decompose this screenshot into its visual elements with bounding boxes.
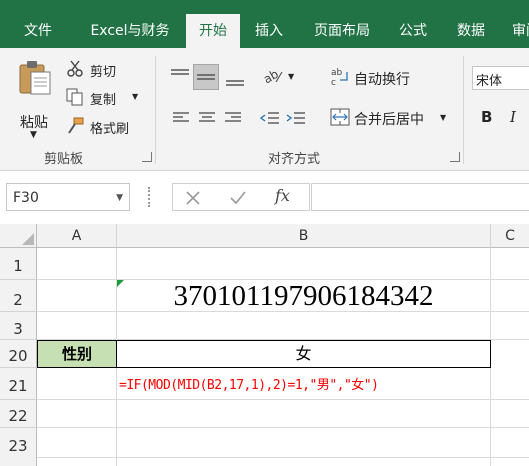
- orientation-dropdown-icon[interactable]: ▼: [288, 72, 294, 81]
- align-top-icon[interactable]: [170, 68, 190, 84]
- tab-page-layout[interactable]: 页面布局: [302, 14, 382, 48]
- select-all-corner[interactable]: [0, 224, 37, 248]
- ribbon-tab-bar: 文件 Excel与财务 开始 插入 页面布局 公式 数据 审阅: [0, 0, 529, 48]
- format-painter-button[interactable]: 格式刷: [90, 118, 129, 137]
- clipboard-group-label: 剪贴板: [44, 152, 84, 167]
- align-left-icon[interactable]: [172, 111, 190, 125]
- enter-check-icon[interactable]: [229, 190, 247, 206]
- align-center-icon[interactable]: [198, 111, 216, 125]
- row-header-2[interactable]: 2: [0, 280, 37, 312]
- paste-label: 粘贴: [20, 115, 48, 131]
- format-painter-icon: [68, 117, 84, 134]
- id-number-value: 370101197906184342: [173, 280, 434, 312]
- row-header-23[interactable]: 23: [0, 428, 37, 466]
- italic-button[interactable]: I: [510, 108, 516, 126]
- cancel-icon[interactable]: [185, 190, 201, 206]
- tab-data[interactable]: 数据: [446, 14, 496, 48]
- cell-b20[interactable]: 女: [116, 340, 491, 368]
- wrap-text-icon: ab c: [331, 68, 348, 86]
- merge-center-button[interactable]: 合并后居中: [354, 109, 424, 129]
- font-name-value: 宋体: [476, 74, 503, 89]
- decrease-indent-icon[interactable]: [260, 111, 280, 125]
- align-middle-icon: [197, 74, 215, 80]
- tab-insert[interactable]: 插入: [246, 14, 292, 48]
- group-separator: [463, 56, 464, 164]
- row-header-20[interactable]: 20: [0, 340, 37, 368]
- formula-buttons: fx: [172, 183, 310, 211]
- increase-indent-icon[interactable]: [286, 111, 306, 125]
- merge-dropdown-icon[interactable]: ▼: [440, 113, 446, 122]
- copy-dropdown-icon[interactable]: ▼: [132, 92, 138, 101]
- formula-input[interactable]: [311, 183, 529, 211]
- tab-review[interactable]: 审阅: [506, 14, 529, 48]
- column-header-a[interactable]: A: [37, 224, 117, 248]
- name-box[interactable]: F30 ▼: [6, 183, 130, 211]
- cell-a20[interactable]: 性别: [37, 340, 117, 368]
- svg-text:ab: ab: [331, 68, 343, 78]
- align-right-icon[interactable]: [224, 111, 242, 125]
- bold-button[interactable]: B: [481, 108, 492, 126]
- cell-b21-formula[interactable]: =IF(MOD(MID(B2,17,1),2)=1,"男","女"): [119, 374, 379, 393]
- corner-triangle-icon: [22, 233, 34, 245]
- gridline: [37, 457, 529, 458]
- column-header-c[interactable]: C: [491, 224, 529, 248]
- paste-icon: [19, 61, 51, 95]
- gender-result-value: 女: [295, 344, 312, 363]
- align-middle-button[interactable]: [193, 64, 219, 90]
- gridline: [37, 427, 529, 428]
- row-header-3[interactable]: 3: [0, 312, 37, 340]
- svg-text:c: c: [331, 78, 336, 86]
- svg-text:ab: ab: [262, 67, 281, 86]
- gender-header-label: 性别: [61, 345, 92, 363]
- merge-center-icon: [330, 108, 350, 126]
- copy-icon: [66, 88, 83, 106]
- name-box-dropdown-icon[interactable]: ▼: [116, 184, 123, 212]
- align-bottom-icon[interactable]: [225, 72, 245, 88]
- paste-button[interactable]: 粘贴 ▼: [14, 58, 56, 140]
- column-header-b[interactable]: B: [117, 224, 491, 248]
- ribbon-home: 粘贴 ▼ 剪切 复制 ▼ 格式刷 剪贴板 ab ▼ ab c 自动换行 合并后居…: [0, 48, 529, 171]
- orientation-icon[interactable]: ab: [262, 66, 284, 86]
- cut-button[interactable]: 剪切: [90, 61, 116, 80]
- row-header-1[interactable]: 1: [0, 248, 37, 280]
- font-name-select[interactable]: 宋体: [472, 66, 529, 90]
- cell-reference: F30: [13, 190, 39, 206]
- row-header-22[interactable]: 22: [0, 400, 37, 428]
- tab-file[interactable]: 文件: [10, 14, 66, 48]
- clipboard-launcher-icon[interactable]: [142, 152, 152, 162]
- group-separator: [155, 56, 156, 164]
- cell-b2[interactable]: 370101197906184342: [117, 280, 490, 312]
- row-header-21[interactable]: 21: [0, 368, 37, 400]
- wrap-text-button[interactable]: 自动换行: [354, 69, 410, 89]
- formula-bar-grip[interactable]: [148, 187, 152, 207]
- tab-home[interactable]: 开始: [186, 14, 240, 48]
- formula-bar: F30 ▼ fx: [0, 171, 529, 224]
- scissors-icon: [67, 60, 83, 77]
- alignment-launcher-icon[interactable]: [450, 152, 460, 162]
- gridline: [37, 399, 529, 400]
- chevron-down-icon: ▼: [30, 130, 37, 140]
- tab-formulas[interactable]: 公式: [388, 14, 438, 48]
- tab-excel-finance[interactable]: Excel与财务: [80, 14, 180, 48]
- worksheet-grid: A B C 1 2 3 20 21 22 23 3701011979061843…: [0, 224, 529, 466]
- copy-button[interactable]: 复制: [90, 89, 116, 108]
- insert-function-icon[interactable]: fx: [275, 186, 290, 205]
- alignment-group-label: 对齐方式: [268, 152, 321, 167]
